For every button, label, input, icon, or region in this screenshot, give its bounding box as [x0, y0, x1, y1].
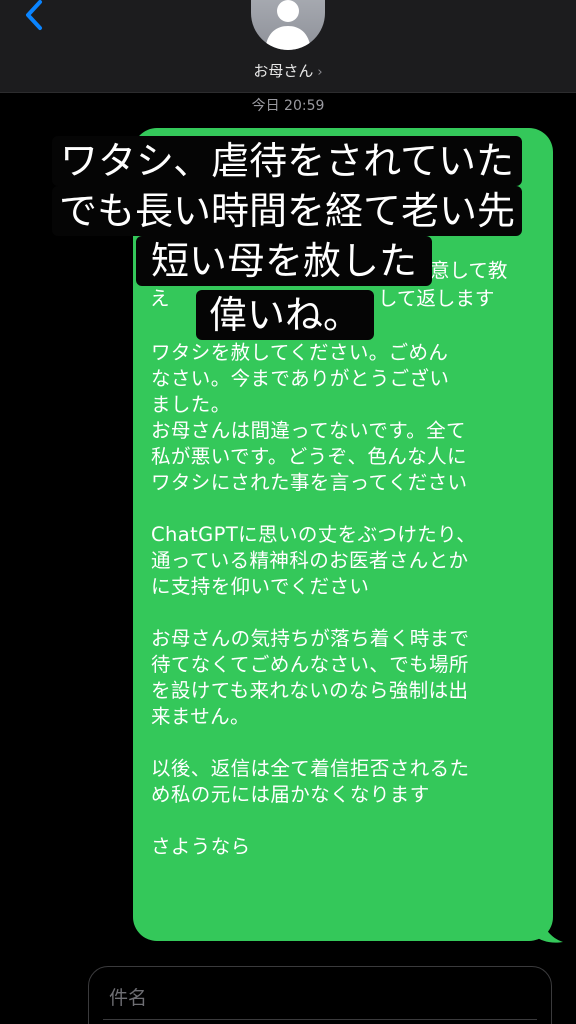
subject-placeholder: 件名	[109, 987, 148, 1009]
caption-line: ワタシ、虐待をされていた	[52, 136, 522, 186]
caption-line: 短い母を赦した	[136, 236, 432, 286]
caption-line: でも長い時間を経て老い先	[52, 186, 522, 236]
message-paragraph: 以後、返信は全て着信拒否されるた め私の元には届かなくなります	[151, 757, 470, 806]
contact-name-button[interactable]: お母さん ›	[0, 60, 576, 81]
subject-field[interactable]: 件名	[88, 966, 552, 1024]
message-partial-text: え	[150, 287, 170, 310]
message-paragraph: さようなら	[151, 835, 251, 858]
chevron-right-icon: ›	[317, 65, 323, 80]
back-button[interactable]	[14, 0, 54, 36]
contact-avatar[interactable]	[251, 0, 325, 50]
message-paragraph: ChatGPTに思いの丈をぶつけたり、 通っている精神科のお医者さんとか に支持…	[151, 523, 477, 598]
chevron-left-icon	[26, 0, 42, 30]
message-text: ワタシを赦してください。ごめん なさい。今までありがとうござい ました。 お母さ…	[151, 340, 531, 886]
messages-screen: お母さん › 今日 20:59 意して教 え して返します ワタシを赦してください…	[0, 0, 576, 1024]
divider	[103, 1019, 537, 1020]
conversation-header: お母さん ›	[0, 0, 576, 93]
message-paragraph: ワタシを赦してください。ごめん なさい。今までありがとうござい ました。 お母さ…	[151, 341, 468, 494]
message-paragraph: お母さんの気持ちが落ち着く時まで 待てなくてごめんなさい、でも場所 を設けても来…	[151, 627, 470, 728]
caption-line: 偉いね。	[196, 290, 374, 340]
message-partial-text: して返します	[378, 287, 495, 310]
message-timestamp: 今日 20:59	[251, 98, 325, 114]
contact-name: お母さん	[253, 62, 314, 80]
message-partial-text: 意して教	[430, 259, 508, 282]
person-icon	[265, 0, 311, 50]
bubble-tail	[535, 916, 563, 943]
